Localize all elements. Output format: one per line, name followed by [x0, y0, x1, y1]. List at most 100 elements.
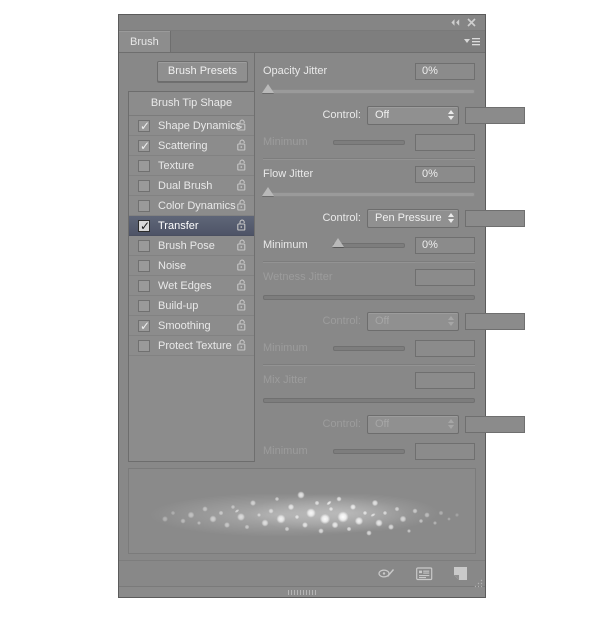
list-item[interactable]: Texture — [129, 156, 254, 176]
check-icon: ✓ — [140, 118, 151, 133]
opacity-jitter-value: 0% — [422, 65, 438, 77]
checkbox[interactable]: ✓ — [138, 118, 151, 133]
minimum-label: Minimum — [263, 342, 308, 354]
collapse-icon[interactable] — [447, 16, 463, 30]
unlocked-padlock-icon[interactable] — [237, 199, 247, 217]
check-icon: ✓ — [140, 218, 151, 233]
checkbox[interactable] — [138, 179, 150, 192]
checkbox[interactable] — [138, 299, 150, 312]
flow-jitter-minimum-row: Minimum 0% — [263, 235, 475, 255]
minimum-label: Minimum — [263, 239, 308, 251]
checkbox[interactable] — [138, 199, 150, 212]
unlocked-padlock-icon[interactable] — [237, 179, 247, 197]
screen: Brush Brush Presets Brush Tip Shape ✓ Sh… — [0, 0, 600, 626]
wetness-jitter-header: Wetness Jitter — [263, 267, 475, 287]
wetness-jitter-label: Wetness Jitter — [263, 271, 333, 283]
flow-jitter-value: 0% — [422, 168, 438, 180]
flow-jitter-slider[interactable] — [262, 186, 475, 202]
panel-drag-grip[interactable] — [119, 586, 485, 597]
slider-thumb[interactable] — [262, 84, 274, 93]
resize-grip-icon[interactable] — [474, 575, 483, 588]
toggle-airbrush-icon[interactable] — [377, 565, 397, 583]
opacity-jitter-slider[interactable] — [262, 83, 475, 99]
list-item[interactable]: Noise — [129, 256, 254, 276]
flow-jitter-minimum-value-field[interactable]: 0% — [415, 236, 475, 254]
minimum-value: 0% — [422, 239, 438, 251]
checkbox[interactable] — [138, 259, 150, 272]
chevron-updown-icon — [448, 419, 454, 429]
wetness-jitter-minimum-row: Minimum — [263, 338, 475, 358]
mix-jitter-minimum-value-field — [415, 442, 475, 460]
unlocked-padlock-icon[interactable] — [237, 219, 247, 237]
new-brush-preset-icon[interactable] — [451, 565, 471, 583]
list-item[interactable]: Build-up — [129, 296, 254, 316]
panel-menu-icon[interactable] — [459, 31, 485, 52]
opacity-jitter-header: Opacity Jitter 0% — [263, 61, 475, 81]
unlocked-padlock-icon[interactable] — [237, 279, 247, 297]
unlocked-padlock-icon[interactable] — [237, 159, 247, 177]
brush-panel-options-icon[interactable] — [414, 565, 434, 583]
unlocked-padlock-icon[interactable] — [237, 139, 247, 157]
list-item[interactable]: ✓ Smoothing — [129, 316, 254, 336]
checkbox[interactable] — [138, 339, 150, 352]
wetness-jitter-slider — [263, 289, 475, 305]
control-label: Control: — [322, 315, 361, 327]
checkbox[interactable]: ✓ — [138, 139, 150, 152]
list-item[interactable]: Wet Edges — [129, 276, 254, 296]
flow-jitter-value-field[interactable]: 0% — [415, 165, 475, 183]
checkbox[interactable]: ✓ — [138, 319, 150, 332]
list-item-label: Smoothing — [158, 319, 211, 332]
control-label: Control: — [322, 109, 361, 121]
divider — [263, 158, 475, 160]
opacity-jitter-control-value-field[interactable] — [465, 106, 525, 124]
list-item[interactable]: ✓ Scattering — [129, 136, 254, 156]
list-item[interactable]: Color Dynamics — [129, 196, 254, 216]
list-item[interactable]: Protect Texture — [129, 336, 254, 356]
unlocked-padlock-icon[interactable] — [237, 259, 247, 277]
unlocked-padlock-icon[interactable] — [237, 319, 247, 337]
panel-footer — [119, 560, 485, 588]
slider-track[interactable] — [263, 191, 475, 197]
checkbox[interactable] — [138, 159, 150, 172]
brush-presets-button[interactable]: Brush Presets — [156, 61, 248, 82]
opacity-jitter-value-field[interactable]: 0% — [415, 62, 475, 80]
control-label: Control: — [322, 212, 361, 224]
mix-jitter-slider — [263, 392, 475, 408]
list-item-transfer[interactable]: ✓ Transfer — [129, 216, 254, 236]
slider-track — [333, 345, 405, 351]
opacity-jitter-minimum-row: Minimum — [263, 132, 475, 152]
panel-window-controls — [119, 15, 485, 31]
unlocked-padlock-icon[interactable] — [237, 339, 247, 357]
list-item[interactable]: ✓ Shape Dynamics — [129, 116, 254, 136]
unlocked-padlock-icon[interactable] — [237, 239, 247, 257]
tabbar-empty-area — [171, 31, 459, 52]
minimum-slider[interactable] — [333, 134, 405, 150]
checkbox[interactable] — [138, 239, 150, 252]
unlocked-padlock-icon[interactable] — [237, 299, 247, 317]
flow-jitter-header: Flow Jitter 0% — [263, 164, 475, 184]
flow-jitter-control-select[interactable]: Pen Pressure — [367, 208, 459, 228]
brush-stroke-graphic — [149, 491, 459, 537]
minimum-slider[interactable] — [332, 237, 405, 253]
list-item[interactable]: Dual Brush — [129, 176, 254, 196]
checkbox[interactable]: ✓ — [138, 218, 151, 233]
list-item-label: Transfer — [158, 219, 199, 232]
opacity-jitter-minimum-value-field[interactable] — [415, 133, 475, 151]
slider-track — [333, 448, 405, 454]
wetness-jitter-control-select: Off — [367, 311, 459, 331]
mix-jitter-value-field — [415, 371, 475, 389]
brush-tip-shape-header[interactable]: Brush Tip Shape — [129, 92, 254, 116]
slider-track[interactable] — [263, 88, 475, 94]
close-icon[interactable] — [463, 16, 479, 30]
flow-jitter-control-value-field[interactable] — [465, 209, 525, 227]
opacity-jitter-control-select[interactable]: Off — [367, 105, 459, 125]
tab-brush[interactable]: Brush — [119, 31, 171, 52]
checkbox[interactable] — [138, 279, 150, 292]
unlocked-padlock-icon[interactable] — [237, 119, 247, 137]
slider-thumb[interactable] — [262, 187, 274, 196]
list-item[interactable]: Brush Pose — [129, 236, 254, 256]
slider-thumb[interactable] — [332, 238, 344, 247]
preview-area — [119, 462, 485, 554]
list-item-label: Brush Pose — [158, 239, 215, 252]
slider-track[interactable] — [333, 139, 405, 145]
